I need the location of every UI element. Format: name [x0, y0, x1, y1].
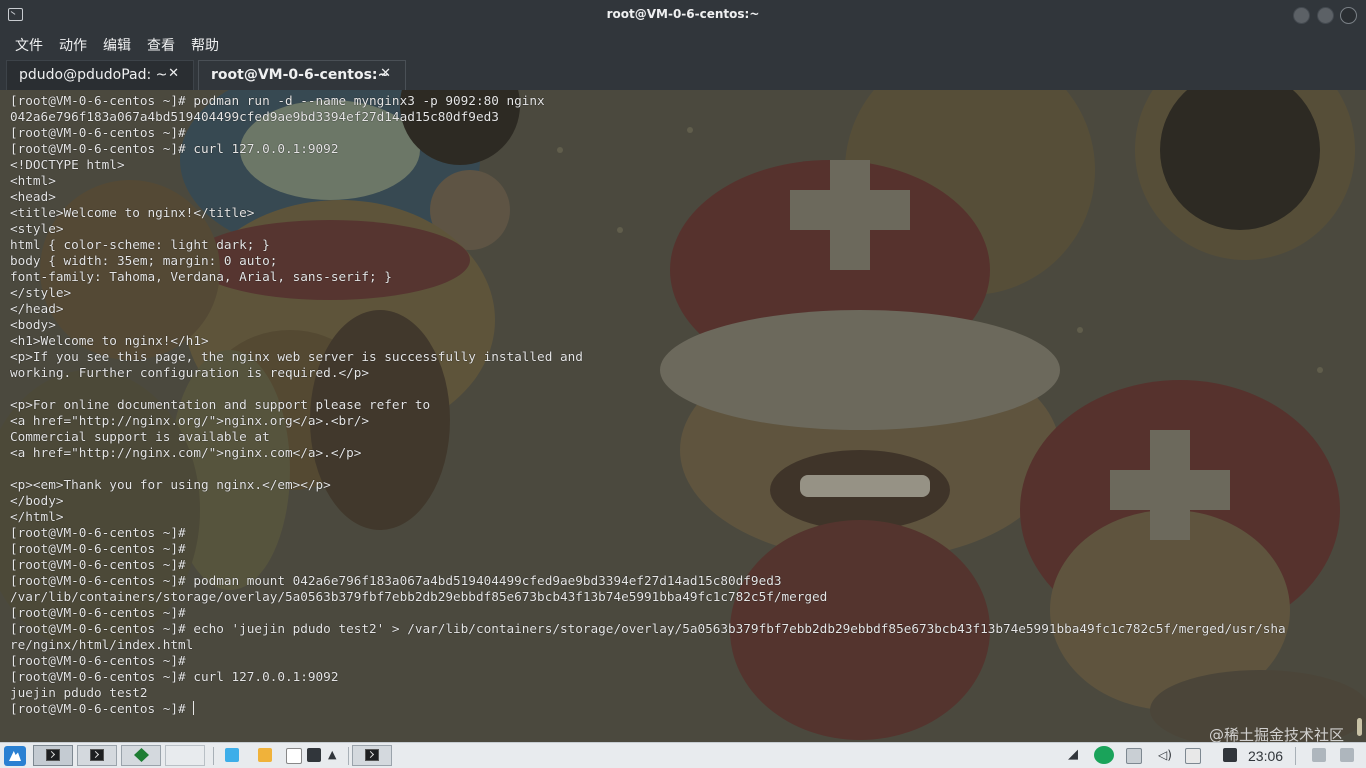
menu-action[interactable]: 动作: [59, 35, 87, 55]
taskbar-terminal-1[interactable]: [33, 745, 73, 766]
terminal-line: re/nginx/html/index.html: [10, 637, 194, 652]
window-titlebar[interactable]: root@VM-0-6-centos:~: [0, 0, 1366, 32]
taskbar-separator: [1295, 747, 1296, 765]
volume-icon[interactable]: ◁): [1158, 748, 1172, 762]
tab-label: root@VM-0-6-centos:~: [211, 67, 390, 83]
wifi-icon[interactable]: ◢: [1068, 748, 1082, 762]
terminal-line: [root@VM-0-6-centos ~]# curl 127.0.0.1:9…: [10, 141, 339, 156]
terminal-line: [root@VM-0-6-centos ~]# podman mount 042…: [10, 573, 782, 588]
tab-close-icon[interactable]: ✕: [168, 66, 179, 81]
minimize-button[interactable]: [1293, 7, 1310, 24]
terminal-line: <p><em>Thank you for using nginx.</em></…: [10, 477, 331, 492]
terminal-view[interactable]: [root@VM-0-6-centos ~]# podman run -d --…: [0, 90, 1366, 742]
taskbar: ▲ ◢ ◁) 23:06: [0, 742, 1366, 768]
network-icon[interactable]: [1185, 748, 1201, 764]
text-cursor: [193, 701, 195, 715]
taskbar-terminal-2[interactable]: [77, 745, 117, 766]
taskbar-separator: [213, 747, 214, 765]
desktop-icon[interactable]: [225, 748, 239, 762]
show-desktop-icon[interactable]: [1312, 748, 1326, 762]
terminal-icon: [365, 749, 379, 761]
window-title: root@VM-0-6-centos:~: [606, 7, 760, 21]
terminal-line: [root@VM-0-6-centos ~]#: [10, 605, 186, 620]
keyboard-icon[interactable]: [1126, 748, 1142, 764]
tab-root-vm[interactable]: root@VM-0-6-centos:~ ✕: [198, 60, 406, 90]
terminal-line: <p>If you see this page, the nginx web s…: [10, 349, 583, 364]
terminal-line: body { width: 35em; margin: 0 auto;: [10, 253, 278, 268]
terminal-line: <html>: [10, 173, 56, 188]
taskbar-clock[interactable]: 23:06: [1248, 748, 1283, 764]
taskbar-terminal-3[interactable]: [352, 745, 392, 766]
close-window-button[interactable]: [1340, 7, 1357, 24]
terminal-line: [root@VM-0-6-centos ~]#: [10, 125, 186, 140]
terminal-line: working. Further configuration is requir…: [10, 365, 370, 380]
terminal-line: <a href="http://nginx.com/">nginx.com</a…: [10, 445, 362, 460]
terminal-launch-icon[interactable]: [307, 748, 321, 762]
menu-bar: 文件 动作 编辑 查看 帮助: [0, 32, 1366, 56]
terminal-output: [root@VM-0-6-centos ~]# podman run -d --…: [10, 93, 1286, 717]
terminal-line: <a href="http://nginx.org/">nginx.org</a…: [10, 413, 370, 428]
notes-icon[interactable]: [286, 748, 302, 764]
terminal-line: </html>: [10, 509, 64, 524]
terminal-line: html { color-scheme: light dark; }: [10, 237, 270, 252]
terminal-line: </body>: [10, 493, 64, 508]
application-launcher-icon[interactable]: [4, 746, 26, 766]
terminal-line: /var/lib/containers/storage/overlay/5a05…: [10, 589, 828, 604]
maximize-button[interactable]: [1317, 7, 1334, 24]
taskbar-separator: [348, 747, 349, 765]
terminal-line: 042a6e796f183a067a4bd519404499cfed9ae9bd…: [10, 109, 499, 124]
terminal-icon: [46, 749, 60, 761]
terminal-line: Commercial support is available at: [10, 429, 270, 444]
terminal-line: <h1>Welcome to nginx!</h1>: [10, 333, 209, 348]
vim-icon: [134, 748, 149, 762]
watermark-text: @稀土掘金技术社区: [1208, 726, 1344, 742]
terminal-line: <head>: [10, 189, 56, 204]
terminal-line: [root@VM-0-6-centos ~]#: [10, 653, 186, 668]
terminal-line: [root@VM-0-6-centos ~]# echo 'juejin pdu…: [10, 621, 1286, 636]
notifications-icon[interactable]: [1340, 748, 1354, 762]
terminal-line: [root@VM-0-6-centos ~]#: [10, 525, 186, 540]
terminal-line: </head>: [10, 301, 64, 316]
menu-help[interactable]: 帮助: [191, 35, 219, 55]
tab-bar: pdudo@pdudoPad: ~ ✕ root@VM-0-6-centos:~…: [0, 56, 1366, 90]
terminal-line: juejin pdudo test2: [10, 685, 148, 700]
terminal-line: <p>For online documentation and support …: [10, 397, 431, 412]
taskbar-empty-slot[interactable]: [165, 745, 205, 766]
terminal-line: [root@VM-0-6-centos ~]# podman run -d --…: [10, 93, 545, 108]
terminal-line: <body>: [10, 317, 56, 332]
terminal-line: <title>Welcome to nginx!</title>: [10, 205, 255, 220]
menu-view[interactable]: 查看: [147, 35, 175, 55]
terminal-icon: [90, 749, 104, 761]
terminal-line: <style>: [10, 221, 64, 236]
terminal-scrollbar[interactable]: [1357, 718, 1362, 736]
taskbar-vim[interactable]: [121, 745, 161, 766]
folder-icon[interactable]: [258, 748, 272, 762]
tab-label: pdudo@pdudoPad: ~: [19, 67, 168, 83]
terminal-line: [root@VM-0-6-centos ~]#: [10, 557, 186, 572]
menu-file[interactable]: 文件: [15, 35, 43, 55]
tab-close-icon[interactable]: ✕: [380, 66, 391, 81]
tab-pdudo[interactable]: pdudo@pdudoPad: ~ ✕: [6, 60, 194, 90]
terminal-line: [root@VM-0-6-centos ~]#: [10, 541, 186, 556]
terminal-line: </style>: [10, 285, 72, 300]
expand-arrow-icon[interactable]: ▲: [328, 748, 342, 762]
terminal-prompt[interactable]: [root@VM-0-6-centos ~]#: [10, 701, 193, 716]
clipboard-icon[interactable]: [1223, 748, 1237, 762]
update-icon[interactable]: [1094, 746, 1114, 764]
terminal-line: [root@VM-0-6-centos ~]# curl 127.0.0.1:9…: [10, 669, 339, 684]
terminal-line: font-family: Tahoma, Verdana, Arial, san…: [10, 269, 392, 284]
menu-edit[interactable]: 编辑: [103, 35, 131, 55]
terminal-line: <!DOCTYPE html>: [10, 157, 125, 172]
